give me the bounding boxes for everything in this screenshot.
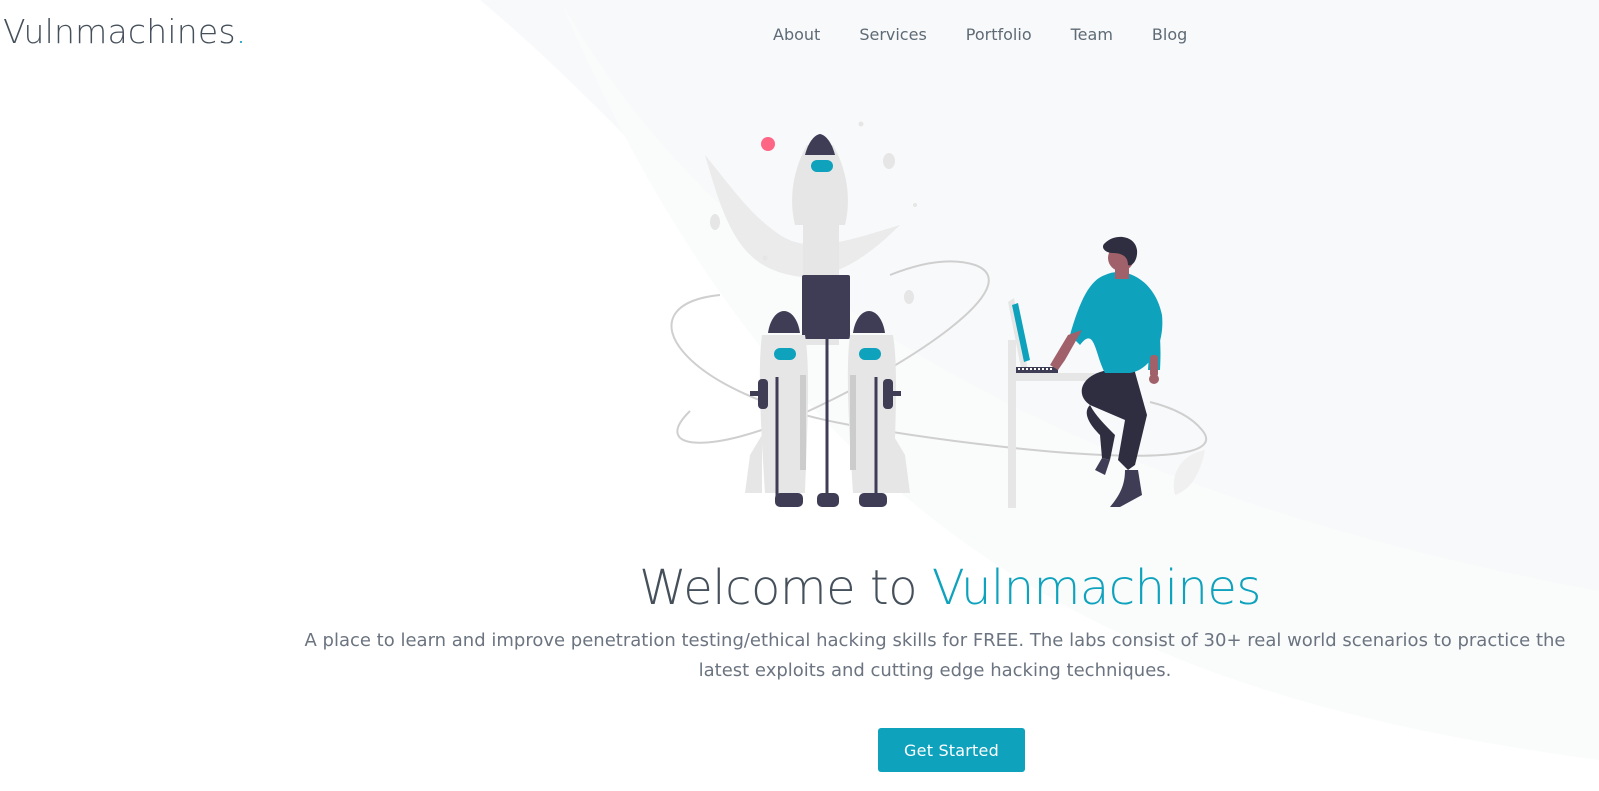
dot <box>710 214 720 230</box>
page: Vulnmachines. About Services Portfolio T… <box>0 0 1599 791</box>
nav-services[interactable]: Services <box>839 23 945 47</box>
leaf <box>1173 450 1205 495</box>
dot <box>904 290 914 304</box>
hero-illustration <box>670 121 1207 508</box>
dot <box>913 203 917 207</box>
right-booster <box>847 311 910 507</box>
site-logo-text: Vulnmachines <box>3 12 236 51</box>
nav-team[interactable]: Team <box>1051 23 1132 47</box>
pink-dot <box>761 137 775 151</box>
site-logo-dot: . <box>235 12 247 51</box>
main-nav: About Services Portfolio Team Blog <box>773 23 1206 47</box>
person-illustration <box>1050 236 1163 507</box>
hero-subtitle: A place to learn and improve penetration… <box>304 630 1566 681</box>
nav-portfolio[interactable]: Portfolio <box>946 23 1051 47</box>
get-started-button[interactable]: Get Started <box>878 728 1025 772</box>
site-logo[interactable]: Vulnmachines. <box>3 10 246 54</box>
hero-title: Welcome to Vulnmachines <box>0 558 1599 618</box>
dot <box>858 121 864 127</box>
nav-about[interactable]: About <box>773 23 839 47</box>
dot <box>883 153 895 169</box>
dot <box>762 255 768 261</box>
left-booster <box>745 311 809 507</box>
nav-blog[interactable]: Blog <box>1132 23 1206 47</box>
hero-title-prefix: Welcome to <box>639 560 932 616</box>
hero-title-accent: Vulnmachines <box>931 560 1262 616</box>
